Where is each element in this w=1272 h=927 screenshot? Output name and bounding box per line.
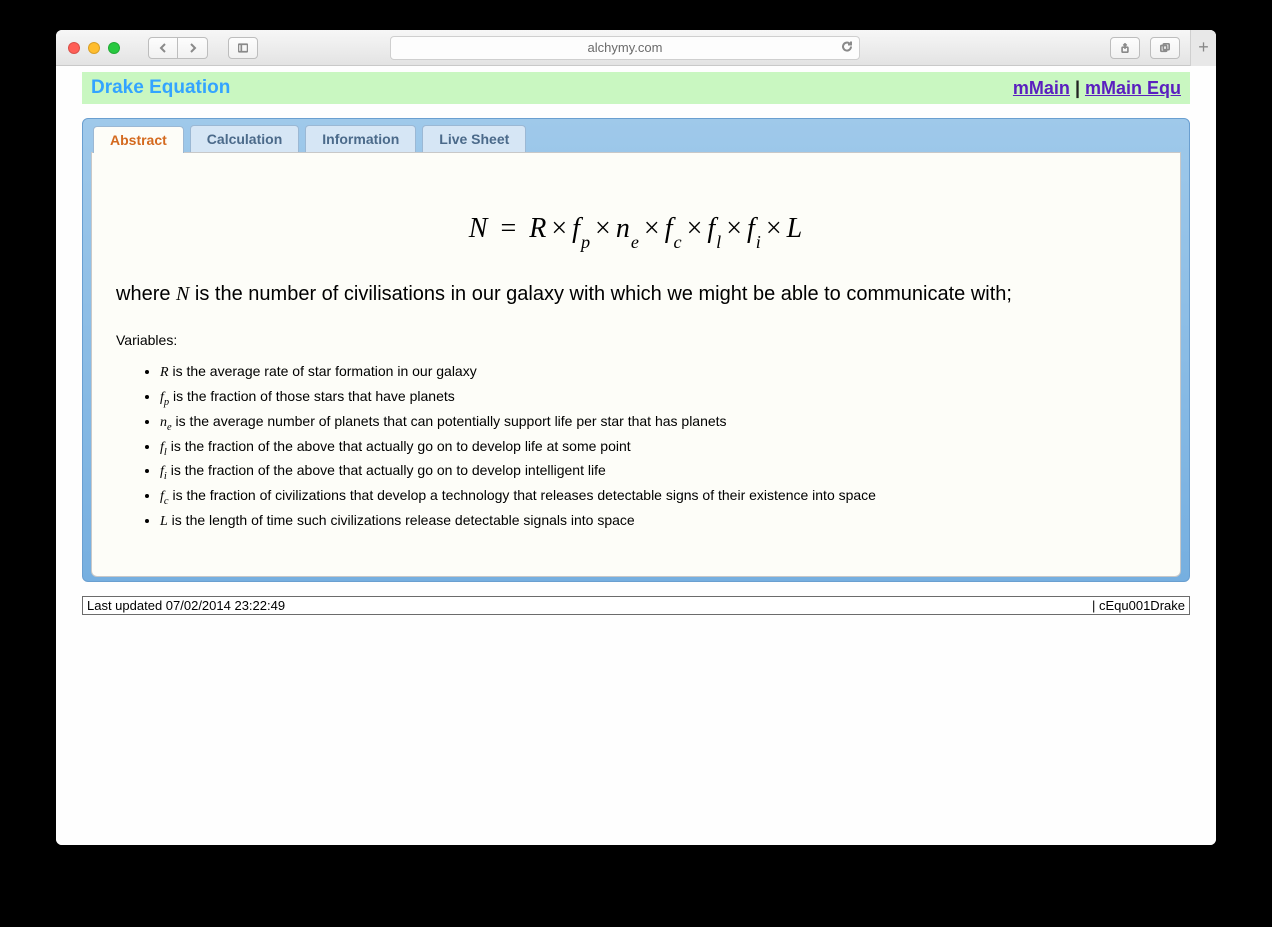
- list-item: fc is the fraction of civilizations that…: [160, 486, 1156, 509]
- zoom-window-button[interactable]: [108, 42, 120, 54]
- tab-abstract[interactable]: Abstract: [93, 126, 184, 153]
- tab-calculation[interactable]: Calculation: [190, 125, 299, 152]
- forward-button[interactable]: [178, 37, 208, 59]
- tab-information[interactable]: Information: [305, 125, 416, 152]
- page-title: Drake Equation: [91, 77, 230, 99]
- address-bar[interactable]: alchymy.com: [390, 36, 860, 60]
- header-links: mMain | mMain Equ: [1013, 78, 1181, 99]
- page-content: Drake Equation mMain | mMain Equ Abstrac…: [56, 66, 1216, 845]
- footer-updated: Last updated 07/02/2014 23:22:49: [87, 598, 285, 613]
- tab-live-sheet[interactable]: Live Sheet: [422, 125, 526, 152]
- footer-id: | cEqu001Drake: [1092, 598, 1185, 613]
- drake-equation: N = R×fp×ne×fc×fl×fi×L: [116, 213, 1156, 249]
- tab-container: Abstract Calculation Information Live Sh…: [82, 118, 1190, 582]
- link-mmain-equ[interactable]: mMain Equ: [1085, 78, 1181, 98]
- close-window-button[interactable]: [68, 42, 80, 54]
- nav-back-forward: [148, 37, 208, 59]
- minimize-window-button[interactable]: [88, 42, 100, 54]
- reload-icon[interactable]: [841, 40, 853, 55]
- share-button[interactable]: [1110, 37, 1140, 59]
- where-line: where N is the number of civilisations i…: [116, 283, 1156, 306]
- list-item: R is the average rate of star formation …: [160, 362, 1156, 385]
- page-footer: Last updated 07/02/2014 23:22:49 | cEqu0…: [82, 596, 1190, 615]
- variables-list: R is the average rate of star formation …: [116, 362, 1156, 535]
- list-item: fl is the fraction of the above that act…: [160, 437, 1156, 460]
- list-item: L is the length of time such civilizatio…: [160, 511, 1156, 534]
- list-item: fp is the fraction of those stars that h…: [160, 387, 1156, 410]
- browser-window: alchymy.com + Drake Equation mMain | mMa…: [56, 30, 1216, 845]
- tab-panel-abstract: N = R×fp×ne×fc×fl×fi×L where N is the nu…: [91, 152, 1181, 577]
- sidebar-toggle-button[interactable]: [228, 37, 258, 59]
- variables-label: Variables:: [116, 332, 1156, 348]
- link-mmain[interactable]: mMain: [1013, 78, 1070, 98]
- tabs-button[interactable]: [1150, 37, 1180, 59]
- url-text: alchymy.com: [588, 40, 663, 55]
- link-separator: |: [1070, 78, 1085, 98]
- page-header-strip: Drake Equation mMain | mMain Equ: [82, 72, 1190, 104]
- titlebar: alchymy.com +: [56, 30, 1216, 66]
- toolbar-right: +: [1110, 30, 1204, 66]
- window-controls: [68, 42, 120, 54]
- back-button[interactable]: [148, 37, 178, 59]
- list-item: ne is the average number of planets that…: [160, 412, 1156, 435]
- list-item: fi is the fraction of the above that act…: [160, 461, 1156, 484]
- new-tab-button[interactable]: +: [1190, 30, 1216, 66]
- tab-row: Abstract Calculation Information Live Sh…: [87, 123, 1185, 152]
